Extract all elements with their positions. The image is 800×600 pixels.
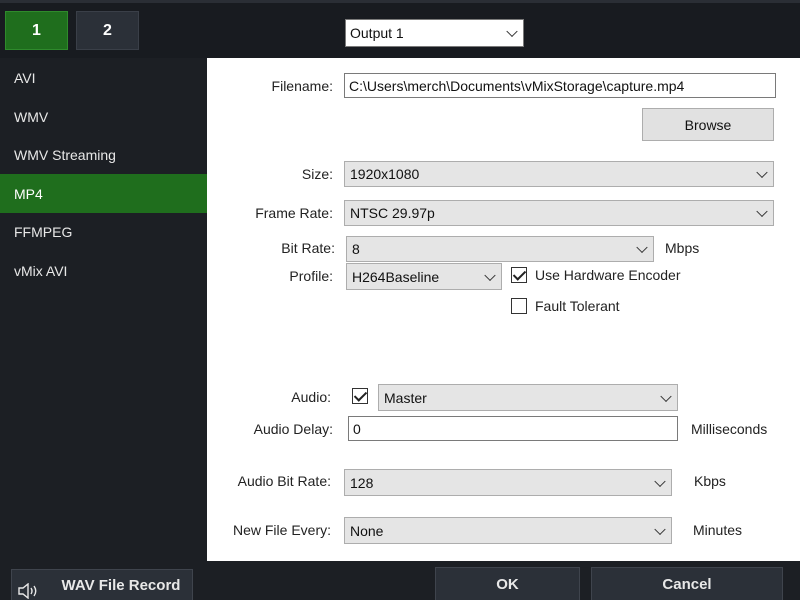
chevron-down-icon (660, 390, 672, 402)
new-file-every-select[interactable]: None (344, 517, 672, 544)
chevron-down-icon (636, 241, 648, 254)
bit-rate-label: Bit Rate: (281, 240, 335, 256)
fault-tolerant-checkbox[interactable] (511, 298, 527, 314)
sidebar-item-mp4[interactable]: MP4 (0, 174, 207, 213)
use-hardware-encoder-checkbox[interactable] (511, 267, 527, 283)
new-file-every-unit: Minutes (693, 522, 743, 538)
audio-bit-rate-select[interactable]: 128 (344, 469, 672, 496)
sidebar-item-ffmpeg[interactable]: FFMPEG (0, 212, 207, 251)
sidebar-item-wmv-streaming[interactable]: WMV Streaming (0, 135, 207, 174)
size-select-value: 1920x1080 (350, 166, 420, 182)
size-select[interactable]: 1920x1080 (344, 161, 774, 187)
audio-delay-label: Audio Delay: (253, 421, 333, 437)
audio-bit-rate-label: Audio Bit Rate: (237, 473, 331, 489)
fault-tolerant-label: Fault Tolerant (535, 298, 620, 314)
top-edge (0, 0, 800, 3)
chevron-down-icon (756, 166, 768, 179)
cancel-button[interactable]: Cancel (591, 567, 783, 600)
frame-rate-label: Frame Rate: (255, 205, 333, 221)
output-select-value: Output 1 (350, 25, 404, 41)
use-hardware-encoder-label: Use Hardware Encoder (535, 267, 681, 283)
sidebar-item-wmv[interactable]: WMV (0, 97, 207, 136)
size-label: Size: (301, 166, 333, 182)
filename-input[interactable]: C:\Users\merch\Documents\vMixStorage\cap… (344, 73, 776, 98)
ok-button[interactable]: OK (435, 567, 580, 600)
tab-1[interactable]: 1 (5, 11, 68, 50)
frame-rate-select[interactable]: NTSC 29.97p (344, 200, 774, 226)
frame-rate-select-value: NTSC 29.97p (350, 205, 435, 221)
speaker-icon (18, 583, 37, 599)
browse-button[interactable]: Browse (642, 108, 774, 141)
sidebar: AVI WMV WMV Streaming MP4 FFMPEG vMix AV… (0, 58, 207, 562)
chevron-down-icon (654, 523, 666, 535)
profile-select[interactable]: H264Baseline (346, 263, 502, 290)
new-file-every-label: New File Every: (232, 522, 331, 538)
bit-rate-select[interactable]: 8 (346, 236, 654, 262)
bit-rate-select-value: 8 (352, 241, 360, 257)
output-select[interactable]: Output 1 (345, 19, 524, 47)
audio-bit-rate-unit: Kbps (694, 473, 726, 489)
new-file-every-select-value: None (350, 522, 384, 539)
chevron-down-icon (484, 269, 496, 281)
chevron-down-icon (654, 475, 666, 487)
profile-label: Profile: (289, 268, 333, 284)
bit-rate-unit: Mbps (665, 240, 700, 256)
profile-select-value: H264Baseline (352, 268, 440, 285)
filename-label: Filename: (271, 78, 333, 94)
tab-2[interactable]: 2 (76, 11, 139, 50)
audio-source-select-value: Master (384, 389, 427, 406)
chevron-down-icon (756, 205, 768, 218)
sidebar-item-avi[interactable]: AVI (0, 58, 207, 97)
audio-delay-input[interactable]: 0 (348, 416, 678, 441)
audio-label: Audio: (291, 389, 331, 405)
chevron-down-icon (506, 25, 518, 38)
wav-file-record-label: WAV File Record (61, 576, 181, 594)
audio-source-select[interactable]: Master (378, 384, 678, 411)
sidebar-item-vmix-avi[interactable]: vMix AVI (0, 251, 207, 290)
audio-checkbox[interactable] (352, 388, 368, 404)
audio-bit-rate-select-value: 128 (350, 474, 374, 491)
audio-delay-unit: Milliseconds (691, 421, 768, 437)
